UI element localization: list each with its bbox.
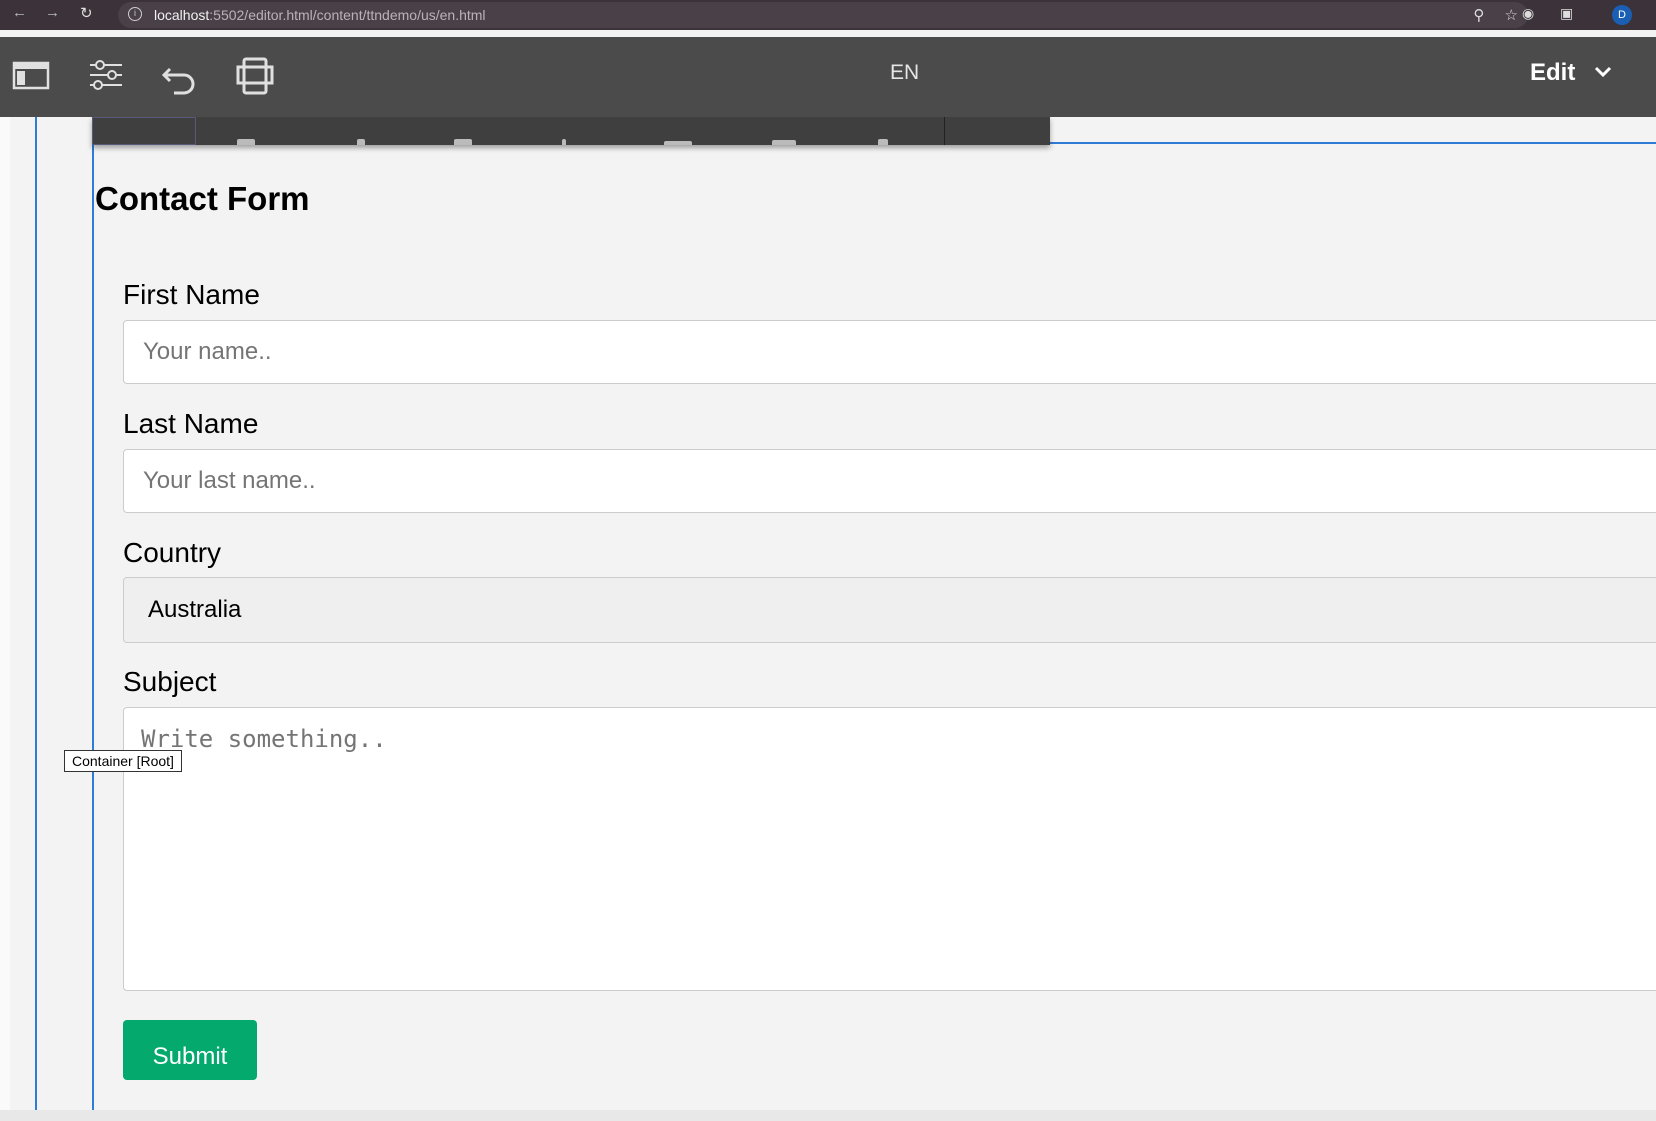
site-info-icon[interactable]: i: [128, 7, 142, 21]
root-container-outline: [35, 117, 37, 1110]
container-outline-top: [1050, 142, 1656, 144]
page-canvas: Contact Form First Name Last Name Countr…: [10, 117, 1656, 1110]
chevron-down-icon[interactable]: [1594, 65, 1612, 79]
extensions-puzzle-icon[interactable]: ▣: [1560, 5, 1573, 22]
country-select[interactable]: Australia: [123, 577, 1656, 643]
language-label[interactable]: EN: [890, 61, 919, 85]
undo-icon[interactable]: [160, 55, 200, 95]
toolbar-action-icon[interactable]: [562, 139, 566, 145]
arrow-left-icon[interactable]: ←: [12, 4, 27, 21]
side-panel-icon[interactable]: [12, 55, 52, 95]
last-name-field[interactable]: [123, 449, 1656, 513]
toolbar-action-icon[interactable]: [357, 139, 365, 145]
toolbar-action-icon[interactable]: [237, 139, 255, 145]
country-label: Country: [123, 537, 222, 568]
reload-icon[interactable]: ↻: [80, 4, 93, 22]
editor-toolbar: EN Edit: [0, 37, 1656, 117]
device-emulator-icon[interactable]: [236, 55, 276, 95]
first-name-label: First Name: [123, 279, 260, 310]
left-gutter: [0, 117, 10, 1110]
profile-avatar[interactable]: D: [1612, 5, 1632, 25]
zoom-icon[interactable]: ⚲: [1473, 7, 1484, 24]
submit-button[interactable]: Submit: [123, 1020, 257, 1080]
component-toolbar-active-action[interactable]: [92, 117, 196, 145]
toolbar-action-icon[interactable]: [454, 139, 472, 145]
toolbar-action-icon[interactable]: [664, 141, 692, 145]
last-name-label: Last Name: [123, 408, 259, 439]
url-path: :5502/editor.html/content/ttndemo/us/en.…: [209, 7, 486, 23]
url-text[interactable]: localhost:5502/editor.html/content/ttnde…: [154, 7, 486, 23]
mode-selector[interactable]: Edit: [1530, 59, 1575, 87]
sliders-icon[interactable]: [86, 55, 126, 95]
browser-right-icons: ⚲ ☆: [1473, 6, 1518, 24]
form-title: Contact Form: [95, 180, 310, 217]
component-tooltip: Container [Root]: [64, 750, 182, 772]
arrow-right-icon[interactable]: →: [45, 4, 60, 21]
component-toolbar: [92, 117, 1050, 145]
horizontal-scrollbar[interactable]: [0, 1110, 1656, 1121]
bookmark-star-icon[interactable]: ☆: [1505, 7, 1518, 24]
extension-icon[interactable]: ◉: [1522, 5, 1534, 22]
browser-address-bar: ← → ↻ i localhost:5502/editor.html/conte…: [0, 0, 1656, 30]
subject-label: Subject: [123, 666, 217, 697]
first-name-field[interactable]: [123, 320, 1656, 384]
url-bar[interactable]: i localhost:5502/editor.html/content/ttn…: [118, 2, 1528, 28]
url-host: localhost: [154, 7, 210, 23]
container-outline: [92, 117, 94, 1110]
toolbar-action-icon[interactable]: [878, 139, 888, 145]
toolbar-separator: [944, 117, 945, 145]
subject-textarea[interactable]: [123, 707, 1656, 991]
toolbar-action-icon[interactable]: [772, 140, 796, 145]
